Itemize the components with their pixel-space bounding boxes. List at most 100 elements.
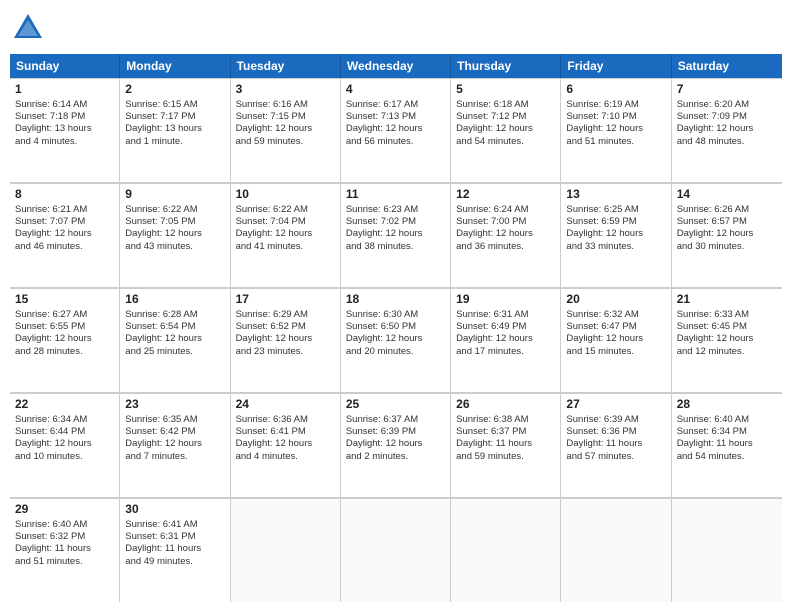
day-header-sunday: Sunday bbox=[10, 54, 120, 78]
day-info: Sunrise: 6:26 AM bbox=[677, 204, 777, 216]
day-info: Daylight: 12 hours bbox=[15, 228, 114, 240]
day-info: Sunset: 6:31 PM bbox=[125, 531, 224, 543]
day-info: Sunset: 6:57 PM bbox=[677, 216, 777, 228]
logo bbox=[10, 10, 46, 46]
day-info: and 1 minute. bbox=[125, 136, 224, 148]
calendar-cell: 26Sunrise: 6:38 AMSunset: 6:37 PMDayligh… bbox=[451, 394, 561, 497]
day-info: Daylight: 12 hours bbox=[236, 438, 335, 450]
calendar-cell: 16Sunrise: 6:28 AMSunset: 6:54 PMDayligh… bbox=[120, 289, 230, 392]
day-info: and 46 minutes. bbox=[15, 241, 114, 253]
calendar-cell: 1Sunrise: 6:14 AMSunset: 7:18 PMDaylight… bbox=[10, 79, 120, 182]
calendar-row-2: 8Sunrise: 6:21 AMSunset: 7:07 PMDaylight… bbox=[10, 183, 782, 288]
day-info: Sunrise: 6:22 AM bbox=[125, 204, 224, 216]
calendar-cell: 28Sunrise: 6:40 AMSunset: 6:34 PMDayligh… bbox=[672, 394, 782, 497]
calendar-cell: 8Sunrise: 6:21 AMSunset: 7:07 PMDaylight… bbox=[10, 184, 120, 287]
day-header-friday: Friday bbox=[561, 54, 671, 78]
day-info: Sunrise: 6:38 AM bbox=[456, 414, 555, 426]
day-info: Daylight: 12 hours bbox=[456, 228, 555, 240]
calendar-row-3: 15Sunrise: 6:27 AMSunset: 6:55 PMDayligh… bbox=[10, 288, 782, 393]
day-info: Sunrise: 6:40 AM bbox=[677, 414, 777, 426]
day-info: Sunrise: 6:21 AM bbox=[15, 204, 114, 216]
day-number: 25 bbox=[346, 397, 445, 413]
calendar-cell bbox=[341, 499, 451, 602]
calendar-cell: 13Sunrise: 6:25 AMSunset: 6:59 PMDayligh… bbox=[561, 184, 671, 287]
day-info: Sunrise: 6:15 AM bbox=[125, 99, 224, 111]
day-info: Sunrise: 6:40 AM bbox=[15, 519, 114, 531]
calendar-body: 1Sunrise: 6:14 AMSunset: 7:18 PMDaylight… bbox=[10, 78, 782, 602]
day-info: Sunset: 6:32 PM bbox=[15, 531, 114, 543]
day-info: and 12 minutes. bbox=[677, 346, 777, 358]
day-info: Daylight: 11 hours bbox=[456, 438, 555, 450]
day-number: 7 bbox=[677, 82, 777, 98]
day-info: and 36 minutes. bbox=[456, 241, 555, 253]
day-info: Daylight: 12 hours bbox=[236, 333, 335, 345]
day-number: 18 bbox=[346, 292, 445, 308]
day-info: and 43 minutes. bbox=[125, 241, 224, 253]
day-info: Sunrise: 6:30 AM bbox=[346, 309, 445, 321]
day-info: Daylight: 12 hours bbox=[125, 228, 224, 240]
day-info: Sunrise: 6:31 AM bbox=[456, 309, 555, 321]
calendar-cell: 24Sunrise: 6:36 AMSunset: 6:41 PMDayligh… bbox=[231, 394, 341, 497]
calendar-cell: 9Sunrise: 6:22 AMSunset: 7:05 PMDaylight… bbox=[120, 184, 230, 287]
day-info: Sunset: 6:39 PM bbox=[346, 426, 445, 438]
day-info: and 25 minutes. bbox=[125, 346, 224, 358]
day-info: Sunrise: 6:23 AM bbox=[346, 204, 445, 216]
day-info: Sunset: 7:10 PM bbox=[566, 111, 665, 123]
day-info: and 59 minutes. bbox=[236, 136, 335, 148]
day-info: and 30 minutes. bbox=[677, 241, 777, 253]
calendar-cell: 11Sunrise: 6:23 AMSunset: 7:02 PMDayligh… bbox=[341, 184, 451, 287]
day-header-tuesday: Tuesday bbox=[231, 54, 341, 78]
day-info: Daylight: 11 hours bbox=[677, 438, 777, 450]
calendar-cell: 22Sunrise: 6:34 AMSunset: 6:44 PMDayligh… bbox=[10, 394, 120, 497]
day-info: and 59 minutes. bbox=[456, 451, 555, 463]
day-info: Sunrise: 6:33 AM bbox=[677, 309, 777, 321]
day-info: Sunrise: 6:25 AM bbox=[566, 204, 665, 216]
day-info: Sunset: 7:17 PM bbox=[125, 111, 224, 123]
day-info: Sunrise: 6:17 AM bbox=[346, 99, 445, 111]
day-info: Sunset: 6:34 PM bbox=[677, 426, 777, 438]
day-number: 2 bbox=[125, 82, 224, 98]
day-info: and 2 minutes. bbox=[346, 451, 445, 463]
page: SundayMondayTuesdayWednesdayThursdayFrid… bbox=[0, 0, 792, 612]
day-info: Sunset: 6:50 PM bbox=[346, 321, 445, 333]
calendar-cell: 27Sunrise: 6:39 AMSunset: 6:36 PMDayligh… bbox=[561, 394, 671, 497]
day-info: Daylight: 12 hours bbox=[677, 123, 777, 135]
day-number: 20 bbox=[566, 292, 665, 308]
calendar-cell bbox=[561, 499, 671, 602]
day-info: Sunset: 6:52 PM bbox=[236, 321, 335, 333]
day-info: Daylight: 12 hours bbox=[566, 123, 665, 135]
day-info: Daylight: 12 hours bbox=[236, 123, 335, 135]
day-info: Sunrise: 6:35 AM bbox=[125, 414, 224, 426]
day-info: and 57 minutes. bbox=[566, 451, 665, 463]
calendar-cell: 18Sunrise: 6:30 AMSunset: 6:50 PMDayligh… bbox=[341, 289, 451, 392]
day-info: Sunset: 7:07 PM bbox=[15, 216, 114, 228]
day-info: Daylight: 12 hours bbox=[677, 333, 777, 345]
day-number: 26 bbox=[456, 397, 555, 413]
calendar-cell: 2Sunrise: 6:15 AMSunset: 7:17 PMDaylight… bbox=[120, 79, 230, 182]
day-info: Sunset: 6:55 PM bbox=[15, 321, 114, 333]
day-info: Sunset: 7:04 PM bbox=[236, 216, 335, 228]
calendar-cell: 4Sunrise: 6:17 AMSunset: 7:13 PMDaylight… bbox=[341, 79, 451, 182]
day-info: Sunrise: 6:32 AM bbox=[566, 309, 665, 321]
day-info: Sunrise: 6:20 AM bbox=[677, 99, 777, 111]
calendar-cell bbox=[451, 499, 561, 602]
day-info: Sunset: 6:54 PM bbox=[125, 321, 224, 333]
calendar-row-4: 22Sunrise: 6:34 AMSunset: 6:44 PMDayligh… bbox=[10, 393, 782, 498]
day-info: and 4 minutes. bbox=[236, 451, 335, 463]
day-info: Sunrise: 6:37 AM bbox=[346, 414, 445, 426]
day-info: Sunset: 6:41 PM bbox=[236, 426, 335, 438]
day-info: Daylight: 12 hours bbox=[236, 228, 335, 240]
day-info: Sunset: 6:47 PM bbox=[566, 321, 665, 333]
day-info: and 33 minutes. bbox=[566, 241, 665, 253]
day-info: Sunset: 7:02 PM bbox=[346, 216, 445, 228]
day-info: and 41 minutes. bbox=[236, 241, 335, 253]
day-info: Sunset: 7:12 PM bbox=[456, 111, 555, 123]
day-info: Daylight: 12 hours bbox=[677, 228, 777, 240]
calendar-cell: 25Sunrise: 6:37 AMSunset: 6:39 PMDayligh… bbox=[341, 394, 451, 497]
calendar-row-1: 1Sunrise: 6:14 AMSunset: 7:18 PMDaylight… bbox=[10, 78, 782, 183]
day-info: Daylight: 12 hours bbox=[456, 333, 555, 345]
day-info: Daylight: 12 hours bbox=[346, 123, 445, 135]
day-number: 15 bbox=[15, 292, 114, 308]
day-number: 21 bbox=[677, 292, 777, 308]
day-info: Sunset: 6:59 PM bbox=[566, 216, 665, 228]
